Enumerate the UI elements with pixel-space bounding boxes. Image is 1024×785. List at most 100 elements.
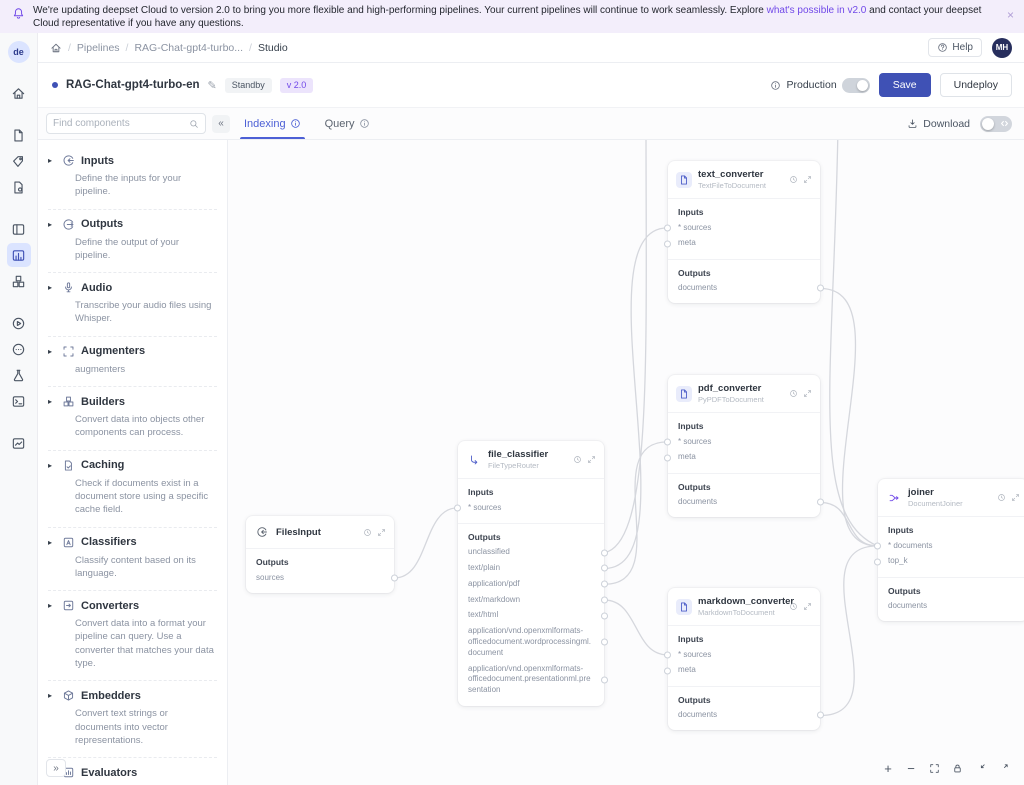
- expand-node-icon[interactable]: [803, 389, 812, 398]
- port-input: * sources: [668, 220, 820, 236]
- connector-dot[interactable]: [601, 549, 608, 556]
- search-input[interactable]: [53, 118, 185, 129]
- download-button[interactable]: Download: [907, 118, 970, 130]
- sidebar-play-circle-icon[interactable]: [7, 311, 31, 335]
- avatar[interactable]: MH: [992, 38, 1012, 58]
- connector-dot[interactable]: [664, 454, 671, 461]
- chevron-right-icon[interactable]: ▸: [48, 156, 56, 165]
- category-classifiers[interactable]: ▸ClassifiersClassify content based on it…: [48, 528, 217, 592]
- fit-view-button[interactable]: [927, 761, 941, 775]
- category-converters[interactable]: ▸ConvertersConvert data into a format yo…: [48, 591, 217, 681]
- expand-node-icon[interactable]: [587, 455, 596, 464]
- clock-icon[interactable]: [789, 602, 798, 611]
- lock-button[interactable]: [950, 761, 964, 775]
- pipeline-canvas[interactable]: +− FilesInputOutputssources file_classifi…: [228, 140, 1024, 785]
- clock-icon[interactable]: [997, 493, 1006, 502]
- chevron-right-icon[interactable]: ▸: [48, 601, 56, 610]
- connector-dot[interactable]: [454, 504, 461, 511]
- sidebar-terminal-icon[interactable]: [7, 389, 31, 413]
- connector-dot[interactable]: [664, 651, 671, 658]
- clock-icon[interactable]: [789, 389, 798, 398]
- connector-dot[interactable]: [601, 597, 608, 604]
- icon-sidebar: de: [0, 33, 38, 785]
- chevron-right-icon[interactable]: ▸: [48, 283, 56, 292]
- port-output: text/markdown: [458, 592, 604, 608]
- category-audio[interactable]: ▸AudioTranscribe your audio files using …: [48, 273, 217, 337]
- chevron-right-icon[interactable]: ▸: [48, 538, 56, 547]
- collapse-button[interactable]: [973, 761, 987, 775]
- connector-dot[interactable]: [874, 542, 881, 549]
- node-files_input[interactable]: FilesInputOutputssources: [246, 516, 394, 593]
- category-outputs[interactable]: ▸OutputsDefine the output of your pipeli…: [48, 210, 217, 274]
- category-caching[interactable]: ▸CachingCheck if documents exist in a do…: [48, 451, 217, 528]
- connector-dot[interactable]: [601, 639, 608, 646]
- connector-dot[interactable]: [664, 240, 671, 247]
- node-markdown_converter[interactable]: markdown_converterMarkdownToDocumentInpu…: [668, 588, 820, 730]
- node-file_classifier[interactable]: file_classifierFileTypeRouterInputs* sou…: [458, 441, 604, 706]
- chevron-right-icon[interactable]: ▸: [48, 461, 56, 470]
- save-button[interactable]: Save: [879, 73, 931, 97]
- chevron-right-icon[interactable]: ▸: [48, 691, 56, 700]
- zoom-out-button[interactable]: −: [904, 761, 918, 775]
- expand-node-icon[interactable]: [1011, 493, 1020, 502]
- expand-node-icon[interactable]: [377, 528, 386, 537]
- sidebar-components-icon[interactable]: [7, 269, 31, 293]
- connector-dot[interactable]: [817, 712, 824, 719]
- sidebar-layout-icon[interactable]: [7, 217, 31, 241]
- edit-pencil-icon[interactable]: ✎: [208, 79, 217, 92]
- connector-dot[interactable]: [601, 565, 608, 572]
- clock-icon[interactable]: [573, 455, 582, 464]
- chevron-right-icon[interactable]: ▸: [48, 347, 56, 356]
- clock-icon[interactable]: [363, 528, 372, 537]
- banner-link[interactable]: what's possible in v2.0: [767, 5, 867, 16]
- sidebar-home-icon[interactable]: [7, 81, 31, 105]
- deepset-logo[interactable]: de: [8, 41, 30, 63]
- sidebar-metrics-icon[interactable]: [7, 431, 31, 455]
- connector-dot[interactable]: [664, 438, 671, 445]
- connector-dot[interactable]: [601, 581, 608, 588]
- sidebar-flask-icon[interactable]: [7, 363, 31, 387]
- node-joiner[interactable]: joinerDocumentJoinerInputs* documentstop…: [878, 479, 1024, 621]
- close-icon[interactable]: ×: [1007, 9, 1014, 21]
- panel-expand-button[interactable]: »: [46, 759, 66, 777]
- connector-dot[interactable]: [817, 499, 824, 506]
- chevron-right-icon[interactable]: ▸: [48, 397, 56, 406]
- zoom-in-button[interactable]: +: [881, 761, 895, 775]
- category-augmenters[interactable]: ▸Augmentersaugmenters: [48, 337, 217, 387]
- breadcrumb-pipelines[interactable]: Pipelines: [77, 42, 120, 54]
- yaml-code-toggle[interactable]: [980, 116, 1012, 132]
- sidebar-pipeline-studio-icon[interactable]: [7, 243, 31, 267]
- panel-collapse-button[interactable]: «: [212, 115, 230, 133]
- category-evaluators[interactable]: ▸EvaluatorsEvaluate your pipeline perfor…: [48, 758, 217, 785]
- undeploy-button[interactable]: Undeploy: [940, 73, 1012, 97]
- connector-dot[interactable]: [874, 558, 881, 565]
- tab-query[interactable]: Query: [313, 108, 382, 139]
- connector-dot[interactable]: [817, 285, 824, 292]
- sidebar-chat-icon[interactable]: [7, 337, 31, 361]
- category-builders[interactable]: ▸BuildersConvert data into objects other…: [48, 387, 217, 451]
- expand-button[interactable]: [996, 761, 1010, 775]
- chevron-right-icon[interactable]: ▸: [48, 220, 56, 229]
- sidebar-document-settings-icon[interactable]: [7, 175, 31, 199]
- sidebar-tag-icon[interactable]: [7, 149, 31, 173]
- node-pdf_converter[interactable]: pdf_converterPyPDFToDocumentInputs* sour…: [668, 375, 820, 517]
- clock-icon[interactable]: [789, 175, 798, 184]
- input-icon: [254, 524, 270, 540]
- production-toggle[interactable]: [842, 78, 870, 93]
- help-button[interactable]: Help: [928, 38, 982, 57]
- connector-dot[interactable]: [391, 574, 398, 581]
- connector-dot[interactable]: [601, 612, 608, 619]
- tab-indexing[interactable]: Indexing: [232, 108, 313, 139]
- sidebar-document-icon[interactable]: [7, 123, 31, 147]
- category-embedders[interactable]: ▸EmbeddersConvert text strings or docume…: [48, 681, 217, 758]
- connector-dot[interactable]: [664, 667, 671, 674]
- connector-dot[interactable]: [601, 676, 608, 683]
- category-inputs[interactable]: ▸InputsDefine the inputs for your pipeli…: [48, 146, 217, 210]
- connector-dot[interactable]: [664, 224, 671, 231]
- home-icon[interactable]: [50, 42, 62, 54]
- breadcrumb-pipeline-name[interactable]: RAG-Chat-gpt4-turbo...: [134, 42, 243, 54]
- node-text_converter[interactable]: text_converterTextFileToDocumentInputs* …: [668, 161, 820, 303]
- expand-node-icon[interactable]: [803, 175, 812, 184]
- expand-node-icon[interactable]: [803, 602, 812, 611]
- banner-text: We're updating deepset Cloud to version …: [33, 4, 1014, 30]
